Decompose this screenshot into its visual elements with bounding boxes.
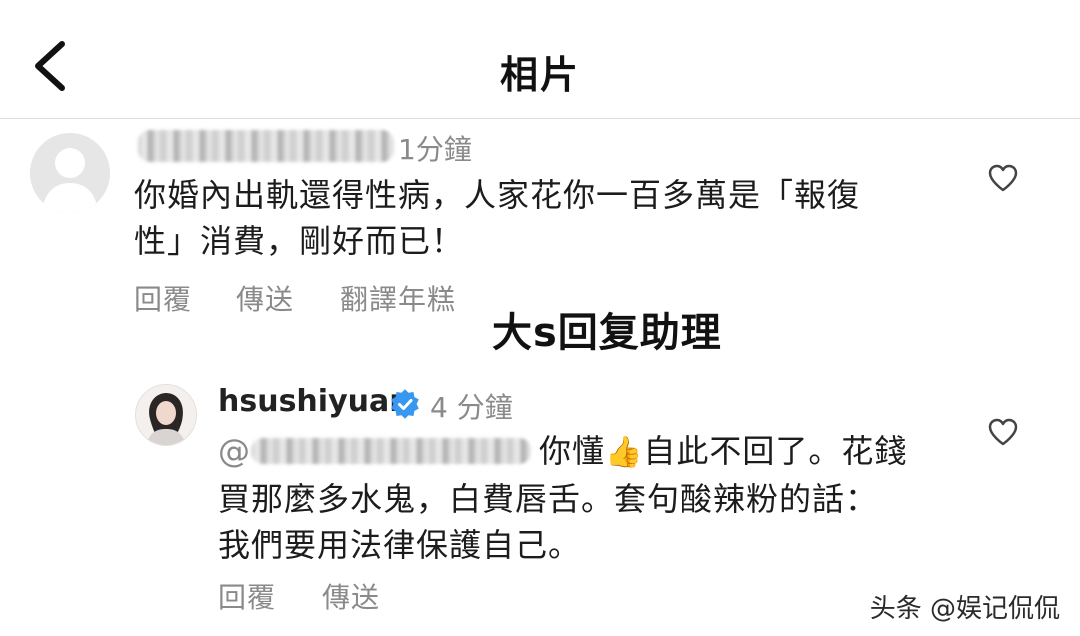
hsushiyuan-avatar[interactable] [135,384,197,446]
redacted-username [138,130,394,162]
verified-badge [390,389,420,419]
reply-button[interactable]: 回覆 [218,576,276,616]
comment-line: 你婚內出軌還得性病，人家花你一百多萬是「報復 [134,176,861,214]
like-button[interactable] [988,418,1018,446]
send-button[interactable]: 傳送 [322,576,380,616]
reply-line: 我們要用法律保護自己。 [218,526,582,564]
reply-button[interactable]: 回覆 [134,278,192,318]
comment-time: 4 分鐘 [430,391,513,424]
heart-outline-icon [988,418,1018,446]
page-title: 相片 [499,53,580,97]
mention-prefix: @ [218,432,251,470]
default-avatar-icon [30,133,110,213]
redacted-mention [251,438,531,464]
reply-line: @ 你懂👍自此不回了。花錢 [218,428,907,476]
reply-line: 買那麼多水鬼，白費唇舌。套句酸辣粉的話： [218,480,879,518]
header-divider [0,118,1080,119]
reply-text-segment: 自此不回了。花錢 [643,432,908,470]
profile-photo-icon [136,385,196,445]
heart-outline-icon [988,164,1018,192]
comment-text: 你婚內出軌還得性病，人家花你一百多萬是「報復 性」消費，剛好而已！ [134,172,860,264]
top-bar: 相片 [0,0,1080,118]
commenter-avatar[interactable] [30,133,110,213]
source-watermark: 头条 @娱记侃侃 [869,594,1060,624]
reply-text-segment: 你懂 [539,432,606,470]
verified-badge-icon [391,389,419,419]
username[interactable]: hsushiyuan [218,384,411,419]
overlay-caption: 大s回复助理 [492,310,722,356]
like-button[interactable] [988,164,1018,192]
reply-text: @ 你懂👍自此不回了。花錢 買那麼多水鬼，白費唇舌。套句酸辣粉的話： 我們要用法律… [218,428,907,568]
thumbs-up-icon: 👍 [605,435,644,470]
send-button[interactable]: 傳送 [236,278,294,318]
comment-line: 性」消費，剛好而已！ [134,222,465,260]
comment-time: 1分鐘 [398,133,472,166]
translate-button[interactable]: 翻譯年糕 [340,278,456,318]
